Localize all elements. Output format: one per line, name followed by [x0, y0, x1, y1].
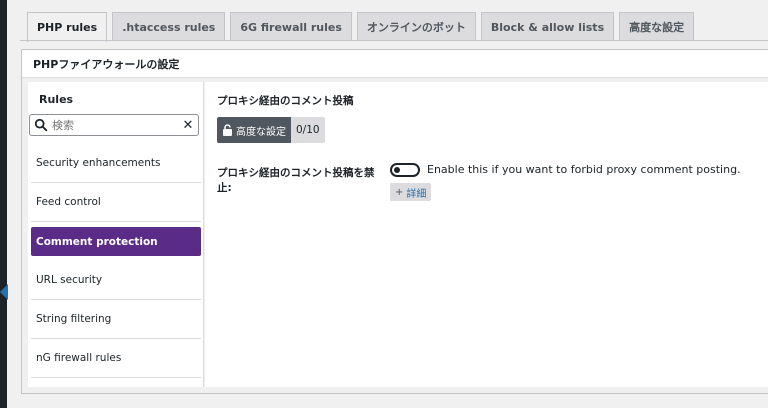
sidebar-item-security-enhancements[interactable]: Security enhancements [31, 144, 201, 183]
toggle-knob [394, 167, 400, 173]
plus-icon: + [395, 186, 404, 198]
unlock-icon [223, 124, 232, 136]
section-title: プロキシ経由のコメント投稿 [217, 95, 354, 107]
sidebar-item-url-security[interactable]: URL security [31, 261, 201, 300]
advanced-level-button[interactable]: 高度な設定 [217, 117, 291, 143]
details-label: 詳細 [406, 188, 427, 200]
setting-description: Enable this if you want to forbid proxy … [427, 163, 741, 176]
tab-block-allow-lists[interactable]: Block & allow lists [480, 12, 615, 41]
rules-search: ✕ [29, 114, 199, 136]
rules-list: Security enhancements Feed control Comme… [28, 144, 204, 378]
clear-search-icon[interactable]: ✕ [182, 118, 194, 133]
sidebar-title: Rules [39, 93, 74, 106]
tab-advanced-settings[interactable]: 高度な設定 [619, 12, 695, 41]
tabs-divider [20, 40, 768, 41]
search-icon [34, 118, 48, 132]
level-count: 0/10 [291, 117, 325, 143]
rule-settings: プロキシ経由のコメント投稿 高度な設定 0/10 プロキシ経由のコメント投稿を禁… [205, 82, 768, 387]
sidebar-item-comment-protection[interactable]: Comment protection [31, 227, 201, 256]
tab-online-bots[interactable]: オンラインのボット [356, 12, 476, 41]
caret-left-icon [0, 284, 8, 300]
search-input[interactable] [52, 118, 182, 132]
rules-tabs: PHP rules .htaccess rules 6G firewall ru… [27, 12, 695, 42]
tab-htaccess-rules[interactable]: .htaccess rules [112, 12, 226, 41]
panel-title: PHPファイアウォールの設定 [22, 50, 768, 78]
tab-php-rules[interactable]: PHP rules [27, 12, 108, 42]
sidebar-item-feed-control[interactable]: Feed control [31, 183, 201, 222]
advanced-level-label: 高度な設定 [236, 126, 286, 138]
security-level-badge: 高度な設定 0/10 [217, 117, 325, 143]
sidebar-item-string-filtering[interactable]: String filtering [31, 300, 201, 339]
rules-sidebar: Rules ✕ Security enhancements Feed contr… [28, 82, 204, 387]
setting-label: プロキシ経由のコメント投稿を禁止: [217, 167, 375, 194]
tab-6g-firewall-rules[interactable]: 6G firewall rules [230, 12, 352, 41]
details-button[interactable]: + 詳細 [390, 183, 432, 201]
forbid-proxy-toggle[interactable] [390, 163, 420, 177]
firewall-settings-panel: PHPファイアウォールの設定 Rules ✕ Security enhancem… [21, 49, 768, 394]
panel-body: Rules ✕ Security enhancements Feed contr… [22, 78, 768, 393]
admin-menu-strip [0, 0, 7, 408]
sidebar-item-ng-firewall-rules[interactable]: nG firewall rules [31, 339, 201, 378]
